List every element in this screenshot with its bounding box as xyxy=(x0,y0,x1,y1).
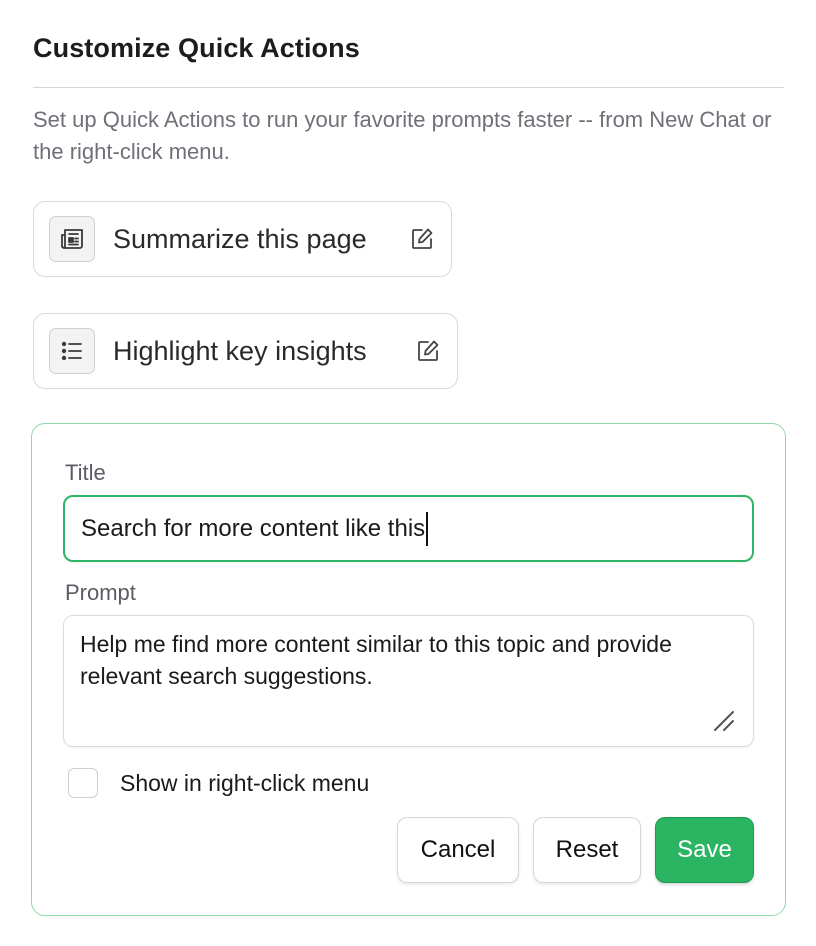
cancel-button[interactable]: Cancel xyxy=(397,817,519,883)
prompt-label: Prompt xyxy=(65,580,136,605)
checkbox-label: Show in right-click menu xyxy=(120,769,370,796)
save-button[interactable]: Save xyxy=(655,817,754,883)
quick-action-summarize[interactable]: Summarize this page xyxy=(33,201,452,277)
edit-icon[interactable] xyxy=(409,226,435,252)
show-in-context-menu-checkbox[interactable] xyxy=(68,768,98,798)
title-input[interactable]: Search for more content like this xyxy=(63,495,754,562)
page-title: Customize Quick Actions xyxy=(33,33,360,63)
quick-actions-settings-page: Customize Quick Actions Set up Quick Act… xyxy=(0,0,816,946)
newspaper-icon xyxy=(49,216,95,262)
quick-action-label: Highlight key insights xyxy=(113,335,367,366)
reset-button[interactable]: Reset xyxy=(533,817,641,883)
title-input-value: Search for more content like this xyxy=(81,514,426,542)
edit-icon[interactable] xyxy=(415,338,441,364)
title-label: Title xyxy=(65,460,106,485)
prompt-textarea[interactable]: Help me find more content similar to thi… xyxy=(63,615,754,747)
page-description: Set up Quick Actions to run your favorit… xyxy=(33,107,772,164)
text-caret xyxy=(426,511,429,546)
show-in-context-menu-row: Show in right-click menu xyxy=(68,767,369,799)
resize-handle-icon[interactable] xyxy=(711,708,737,734)
quick-action-highlight[interactable]: Highlight key insights xyxy=(33,313,458,389)
title-divider xyxy=(33,87,784,88)
prompt-textarea-value: Help me find more content similar to thi… xyxy=(80,631,672,689)
quick-action-editor: Title Search for more content like this … xyxy=(31,423,786,916)
quick-action-label: Summarize this page xyxy=(113,223,367,254)
list-icon xyxy=(49,328,95,374)
